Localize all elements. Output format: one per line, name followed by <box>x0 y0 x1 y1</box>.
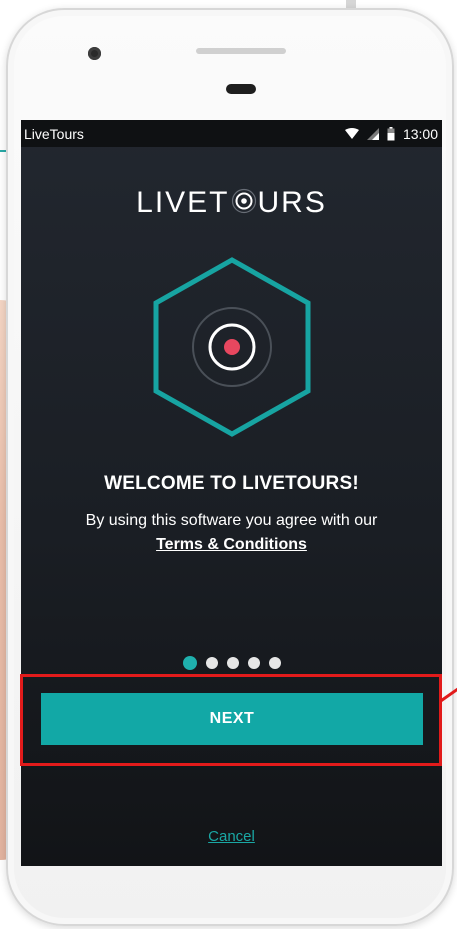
status-icons: 13:00 <box>344 125 438 142</box>
page-indicator <box>21 656 442 670</box>
page-dot-2 <box>205 657 218 669</box>
status-bar: LiveTours 13:00 <box>21 120 442 147</box>
earpiece-speaker <box>196 48 286 54</box>
terms-link[interactable]: Terms & Conditions <box>156 536 307 553</box>
page-dot-3 <box>226 657 239 669</box>
hexagon-record-logo-icon <box>147 256 317 438</box>
page-dot-4 <box>247 657 260 669</box>
front-camera-icon <box>88 47 101 60</box>
proximity-sensor <box>226 84 256 94</box>
cancel-link[interactable]: Cancel <box>21 828 442 845</box>
terms-container: Terms & Conditions <box>21 536 442 554</box>
page-dot-5 <box>268 657 281 669</box>
status-app-name: LiveTours <box>24 125 84 142</box>
next-button[interactable]: NEXT <box>41 693 423 745</box>
app-screen: LiveTours 13:00 LIVET URS WELCOME TO LIV… <box>21 120 442 866</box>
agreement-text: By using this software you agree with ou… <box>85 512 378 529</box>
brand-target-o-icon <box>231 188 257 214</box>
wifi-icon <box>344 127 359 140</box>
brand-wordmark: LIVET URS <box>21 186 442 220</box>
stage: LiveTours 13:00 LIVET URS WELCOME TO LIV… <box>0 0 457 929</box>
brand-text-start: LIVET <box>136 186 230 219</box>
welcome-title: WELCOME TO LIVETOURS! <box>104 473 359 494</box>
page-dot-1 <box>182 656 197 670</box>
battery-icon <box>387 126 395 141</box>
status-time: 13:00 <box>402 125 438 142</box>
brand-text-end: URS <box>257 186 327 219</box>
signal-icon <box>366 127 379 140</box>
